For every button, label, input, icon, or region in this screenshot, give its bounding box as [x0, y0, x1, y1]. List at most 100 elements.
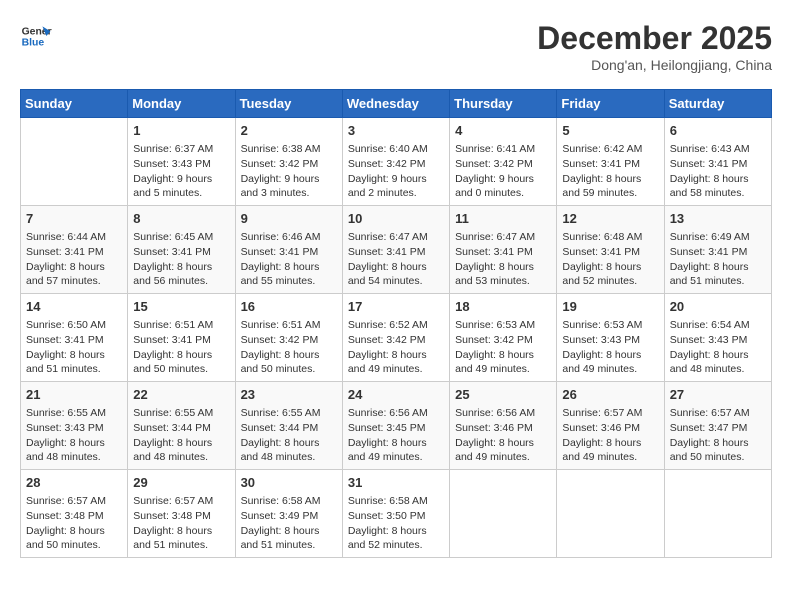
day-info: Sunrise: 6:46 AM Sunset: 3:41 PM Dayligh… [241, 230, 337, 289]
day-info: Sunrise: 6:58 AM Sunset: 3:50 PM Dayligh… [348, 494, 444, 553]
day-info: Sunrise: 6:50 AM Sunset: 3:41 PM Dayligh… [26, 318, 122, 377]
day-number: 8 [133, 210, 229, 228]
svg-text:Blue: Blue [22, 38, 45, 49]
calendar-table: SundayMondayTuesdayWednesdayThursdayFrid… [20, 89, 772, 558]
day-info: Sunrise: 6:57 AM Sunset: 3:46 PM Dayligh… [562, 406, 658, 465]
day-cell: 29Sunrise: 6:57 AM Sunset: 3:48 PM Dayli… [128, 470, 235, 558]
day-info: Sunrise: 6:52 AM Sunset: 3:42 PM Dayligh… [348, 318, 444, 377]
day-info: Sunrise: 6:48 AM Sunset: 3:41 PM Dayligh… [562, 230, 658, 289]
day-info: Sunrise: 6:44 AM Sunset: 3:41 PM Dayligh… [26, 230, 122, 289]
day-cell: 7Sunrise: 6:44 AM Sunset: 3:41 PM Daylig… [21, 206, 128, 294]
day-info: Sunrise: 6:37 AM Sunset: 3:43 PM Dayligh… [133, 142, 229, 201]
day-number: 27 [670, 386, 766, 404]
day-info: Sunrise: 6:55 AM Sunset: 3:43 PM Dayligh… [26, 406, 122, 465]
header-row: SundayMondayTuesdayWednesdayThursdayFrid… [21, 90, 772, 118]
day-info: Sunrise: 6:53 AM Sunset: 3:43 PM Dayligh… [562, 318, 658, 377]
day-cell: 17 Sunrise: 6:52 AM Sunset: 3:42 PM Dayli… [342, 294, 449, 382]
day-cell: 11 Sunrise: 6:47 AM Sunset: 3:41 PM Dayli… [450, 206, 557, 294]
day-info: Sunrise: 6:57 AM Sunset: 3:47 PM Dayligh… [670, 406, 766, 465]
day-info: Sunrise: 6:47 AM Sunset: 3:41 PM Dayligh… [455, 230, 551, 289]
day-number: 4 [455, 122, 551, 140]
day-number: 23 [241, 386, 337, 404]
col-header-saturday: Saturday [664, 90, 771, 118]
day-number: 5 [562, 122, 658, 140]
day-cell: 22Sunrise: 6:55 AM Sunset: 3:44 PM Dayli… [128, 382, 235, 470]
day-number: 15 [133, 298, 229, 316]
day-cell: 18 Sunrise: 6:53 AM Sunset: 3:42 PM Dayli… [450, 294, 557, 382]
day-number: 20 [670, 298, 766, 316]
day-cell: 30 Sunrise: 6:58 AM Sunset: 3:49 PM Dayli… [235, 470, 342, 558]
day-cell: 6 Sunrise: 6:43 AM Sunset: 3:41 PM Daylig… [664, 118, 771, 206]
day-info: Sunrise: 6:42 AM Sunset: 3:41 PM Dayligh… [562, 142, 658, 201]
week-row-2: 7Sunrise: 6:44 AM Sunset: 3:41 PM Daylig… [21, 206, 772, 294]
day-number: 30 [241, 474, 337, 492]
logo: General Blue [20, 20, 52, 52]
day-cell: 8 Sunrise: 6:45 AM Sunset: 3:41 PM Daylig… [128, 206, 235, 294]
day-cell: 21 Sunrise: 6:55 AM Sunset: 3:43 PM Dayli… [21, 382, 128, 470]
week-row-4: 21 Sunrise: 6:55 AM Sunset: 3:43 PM Dayli… [21, 382, 772, 470]
day-number: 16 [241, 298, 337, 316]
col-header-tuesday: Tuesday [235, 90, 342, 118]
day-number: 6 [670, 122, 766, 140]
day-number: 3 [348, 122, 444, 140]
day-number: 17 [348, 298, 444, 316]
day-info: Sunrise: 6:57 AM Sunset: 3:48 PM Dayligh… [26, 494, 122, 553]
day-cell: 13 Sunrise: 6:49 AM Sunset: 3:41 PM Dayli… [664, 206, 771, 294]
day-info: Sunrise: 6:55 AM Sunset: 3:44 PM Dayligh… [241, 406, 337, 465]
day-cell [557, 470, 664, 558]
day-cell: 20 Sunrise: 6:54 AM Sunset: 3:43 PM Dayli… [664, 294, 771, 382]
day-cell: 19Sunrise: 6:53 AM Sunset: 3:43 PM Dayli… [557, 294, 664, 382]
day-info: Sunrise: 6:54 AM Sunset: 3:43 PM Dayligh… [670, 318, 766, 377]
day-number: 13 [670, 210, 766, 228]
day-cell [21, 118, 128, 206]
day-cell: 15 Sunrise: 6:51 AM Sunset: 3:41 PM Dayli… [128, 294, 235, 382]
logo-icon: General Blue [20, 20, 52, 52]
day-cell [450, 470, 557, 558]
page-header: General Blue December 2025 Dong'an, Heil… [20, 20, 772, 73]
day-cell: 23 Sunrise: 6:55 AM Sunset: 3:44 PM Dayli… [235, 382, 342, 470]
title-block: December 2025 Dong'an, Heilongjiang, Chi… [537, 20, 772, 73]
day-info: Sunrise: 6:51 AM Sunset: 3:42 PM Dayligh… [241, 318, 337, 377]
col-header-friday: Friday [557, 90, 664, 118]
day-cell: 25Sunrise: 6:56 AM Sunset: 3:46 PM Dayli… [450, 382, 557, 470]
day-cell: 5 Sunrise: 6:42 AM Sunset: 3:41 PM Daylig… [557, 118, 664, 206]
day-info: Sunrise: 6:51 AM Sunset: 3:41 PM Dayligh… [133, 318, 229, 377]
day-info: Sunrise: 6:40 AM Sunset: 3:42 PM Dayligh… [348, 142, 444, 201]
day-number: 18 [455, 298, 551, 316]
day-number: 26 [562, 386, 658, 404]
day-cell: 3 Sunrise: 6:40 AM Sunset: 3:42 PM Daylig… [342, 118, 449, 206]
day-info: Sunrise: 6:56 AM Sunset: 3:46 PM Dayligh… [455, 406, 551, 465]
day-cell: 12 Sunrise: 6:48 AM Sunset: 3:41 PM Dayli… [557, 206, 664, 294]
day-info: Sunrise: 6:56 AM Sunset: 3:45 PM Dayligh… [348, 406, 444, 465]
day-cell: 9 Sunrise: 6:46 AM Sunset: 3:41 PM Daylig… [235, 206, 342, 294]
day-info: Sunrise: 6:38 AM Sunset: 3:42 PM Dayligh… [241, 142, 337, 201]
day-number: 9 [241, 210, 337, 228]
day-number: 12 [562, 210, 658, 228]
week-row-5: 28 Sunrise: 6:57 AM Sunset: 3:48 PM Dayli… [21, 470, 772, 558]
day-number: 21 [26, 386, 122, 404]
day-number: 28 [26, 474, 122, 492]
day-number: 2 [241, 122, 337, 140]
day-cell: 28 Sunrise: 6:57 AM Sunset: 3:48 PM Dayli… [21, 470, 128, 558]
day-info: Sunrise: 6:53 AM Sunset: 3:42 PM Dayligh… [455, 318, 551, 377]
col-header-thursday: Thursday [450, 90, 557, 118]
day-cell: 4Sunrise: 6:41 AM Sunset: 3:42 PM Daylig… [450, 118, 557, 206]
day-info: Sunrise: 6:57 AM Sunset: 3:48 PM Dayligh… [133, 494, 229, 553]
week-row-3: 14Sunrise: 6:50 AM Sunset: 3:41 PM Dayli… [21, 294, 772, 382]
day-cell: 26 Sunrise: 6:57 AM Sunset: 3:46 PM Dayli… [557, 382, 664, 470]
col-header-monday: Monday [128, 90, 235, 118]
day-info: Sunrise: 6:45 AM Sunset: 3:41 PM Dayligh… [133, 230, 229, 289]
day-info: Sunrise: 6:49 AM Sunset: 3:41 PM Dayligh… [670, 230, 766, 289]
day-cell: 27 Sunrise: 6:57 AM Sunset: 3:47 PM Dayli… [664, 382, 771, 470]
day-info: Sunrise: 6:58 AM Sunset: 3:49 PM Dayligh… [241, 494, 337, 553]
day-number: 11 [455, 210, 551, 228]
day-cell [664, 470, 771, 558]
day-info: Sunrise: 6:47 AM Sunset: 3:41 PM Dayligh… [348, 230, 444, 289]
day-number: 10 [348, 210, 444, 228]
day-number: 1 [133, 122, 229, 140]
day-cell: 2 Sunrise: 6:38 AM Sunset: 3:42 PM Daylig… [235, 118, 342, 206]
day-number: 31 [348, 474, 444, 492]
day-info: Sunrise: 6:43 AM Sunset: 3:41 PM Dayligh… [670, 142, 766, 201]
location-subtitle: Dong'an, Heilongjiang, China [537, 57, 772, 73]
month-title: December 2025 [537, 20, 772, 57]
